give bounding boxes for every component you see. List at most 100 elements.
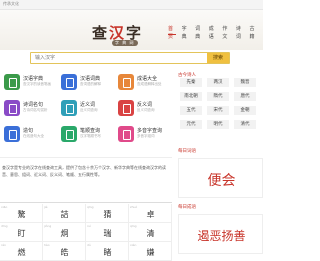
tool-grid: 汉语字典 查汉字的读音笔画 汉语词典 查词语的解释 成语大全 查成语解释出处 诗词名句 古诗词… bbox=[0, 72, 172, 150]
character-glyph: 盯 bbox=[17, 229, 26, 238]
search-button[interactable]: 搜索 bbox=[207, 53, 229, 63]
tool-desc: 反义词查询 bbox=[137, 108, 155, 112]
tool-icon bbox=[61, 126, 77, 142]
character-glyph: 卓 bbox=[146, 210, 155, 219]
character-cell[interactable]: qīng 猜 bbox=[86, 204, 129, 223]
tool-desc: 在线造句大全 bbox=[23, 134, 44, 138]
era-tag[interactable]: 清代 bbox=[234, 120, 256, 129]
tool-title: 诗词名句 bbox=[23, 102, 44, 108]
character-glyph: 炯 bbox=[60, 229, 69, 238]
search-box: 搜索 bbox=[30, 52, 230, 64]
tool-item[interactable]: 多音字查询 多音字组词 bbox=[116, 124, 172, 148]
site-logo[interactable]: 查汉字 字 典 网 bbox=[92, 22, 152, 46]
era-tag[interactable]: 两汉 bbox=[207, 78, 229, 87]
era-tag[interactable]: 唐代 bbox=[234, 92, 256, 101]
tool-item[interactable]: 反义词 反义词查询 bbox=[116, 98, 172, 122]
tool-title: 反义词 bbox=[137, 102, 153, 108]
tool-item[interactable]: 近义词 近义词查询 bbox=[59, 98, 115, 122]
character-cell[interactable]: jié 詰 bbox=[43, 204, 86, 223]
logo-subtitle: 字 典 网 bbox=[112, 40, 138, 46]
character-cell[interactable]: ruì 瑞 bbox=[86, 223, 129, 242]
tool-desc: 近义词查询 bbox=[80, 108, 98, 112]
tool-title: 汉语词典 bbox=[80, 76, 101, 82]
character-glyph: 詰 bbox=[60, 210, 69, 219]
nav-classics[interactable]: 古籍 bbox=[249, 25, 257, 40]
top-bar: 传承文化 bbox=[0, 0, 263, 10]
tool-icon bbox=[4, 126, 20, 142]
character-cell[interactable]: rán 燃 bbox=[0, 242, 43, 261]
character-cell[interactable]: dǔ 睹 bbox=[86, 242, 129, 261]
tool-icon bbox=[4, 100, 20, 116]
header: 查汉字 字 典 网 首页 字典 词典 成语 作文 诗词 古籍 bbox=[0, 10, 263, 50]
tool-desc: 查成语解释出处 bbox=[137, 82, 162, 86]
daily-word-card[interactable]: 便会 bbox=[178, 158, 263, 198]
character-glyph: 瑞 bbox=[103, 229, 112, 238]
nav-poetry[interactable]: 诗词 bbox=[236, 25, 244, 40]
nav-home[interactable]: 首页 bbox=[168, 25, 177, 40]
nav-essays[interactable]: 作文 bbox=[222, 25, 230, 40]
daily-idiom-card[interactable]: 遏恶扬善 bbox=[178, 214, 263, 254]
daily-word-title: 每日词语 bbox=[178, 149, 196, 154]
tool-icon bbox=[118, 100, 134, 116]
tool-title: 近义词 bbox=[80, 102, 96, 108]
top-bar-text: 传承文化 bbox=[3, 1, 19, 6]
tool-desc: 多音字组词 bbox=[137, 134, 155, 138]
daily-idiom-title: 每日成语 bbox=[178, 205, 196, 210]
character-glyph: 嫌 bbox=[146, 248, 155, 257]
tool-item[interactable]: 成语大全 查成语解释出处 bbox=[116, 72, 172, 96]
character-cell[interactable]: dīng 盯 bbox=[0, 223, 43, 242]
logo-char-1: 查 bbox=[92, 24, 110, 42]
tool-title: 笔顺查询 bbox=[80, 128, 101, 134]
character-cell[interactable]: xián 嫌 bbox=[129, 242, 172, 261]
tool-item[interactable]: 笔顺查询 汉字笔顺书写 bbox=[59, 124, 115, 148]
character-grid: xiāo 驁 jié 詰 qīng 猜 zhuó 卓 dīng 盯 jiǒng 炯 ruì 瑞 qīng 清 r… bbox=[0, 202, 172, 261]
tool-desc: 汉字笔顺书写 bbox=[80, 134, 101, 138]
era-tag[interactable]: 隋代 bbox=[207, 92, 229, 101]
nav-word-dictionary[interactable]: 词典 bbox=[195, 25, 203, 40]
era-tag[interactable]: 魏晋 bbox=[234, 78, 256, 87]
tool-title: 成语大全 bbox=[137, 76, 158, 82]
tool-item[interactable]: 汉语词典 查词语的解释 bbox=[59, 72, 115, 96]
daily-idiom: 遏恶扬善 bbox=[197, 229, 246, 243]
tool-icon bbox=[118, 74, 134, 90]
character-cell[interactable]: zhuó 卓 bbox=[129, 204, 172, 223]
character-glyph: 睹 bbox=[103, 248, 112, 257]
era-tag[interactable]: 五代 bbox=[180, 106, 202, 115]
nav-dictionary[interactable]: 字典 bbox=[182, 25, 190, 40]
tool-desc: 查词语的解释 bbox=[80, 82, 101, 86]
nav-idioms[interactable]: 成语 bbox=[209, 25, 217, 40]
era-tag[interactable]: 南北朝 bbox=[180, 92, 202, 101]
tool-item[interactable]: 汉语字典 查汉字的读音笔画 bbox=[2, 72, 58, 96]
character-glyph: 皓 bbox=[60, 248, 69, 257]
tool-item[interactable]: 造句 在线造句大全 bbox=[2, 124, 58, 148]
intro-text: 查汉字是专业的汉字在线查询工具，提供了包含十余万个汉字、新华字典等在线查询汉字的… bbox=[2, 165, 166, 177]
character-cell[interactable]: hào 皓 bbox=[43, 242, 86, 261]
tool-desc: 古诗词名句赏析 bbox=[23, 108, 48, 112]
character-cell[interactable]: jiǒng 炯 bbox=[43, 223, 86, 242]
era-tag[interactable]: 金朝 bbox=[234, 106, 256, 115]
tool-icon bbox=[61, 100, 77, 116]
intro-section: 查汉字是专业的汉字在线查询工具，提供了包含十余万个汉字、新华字典等在线查询汉字的… bbox=[0, 157, 172, 197]
character-glyph: 猜 bbox=[103, 210, 112, 219]
era-tag[interactable]: 明代 bbox=[207, 120, 229, 129]
daily-word: 便会 bbox=[207, 173, 236, 189]
tool-icon bbox=[61, 74, 77, 90]
tool-icon bbox=[4, 74, 20, 90]
character-cell[interactable]: xiāo 驁 bbox=[0, 204, 43, 223]
tool-item[interactable]: 诗词名句 古诗词名句赏析 bbox=[2, 98, 58, 122]
era-tag[interactable]: 先秦 bbox=[180, 78, 202, 87]
tool-title: 多音字查询 bbox=[137, 128, 163, 134]
era-tag[interactable]: 元代 bbox=[180, 120, 202, 129]
search-input[interactable] bbox=[31, 53, 207, 63]
character-glyph: 驁 bbox=[17, 210, 26, 219]
tool-title: 造句 bbox=[23, 128, 34, 134]
main-nav: 首页 字典 词典 成语 作文 诗词 古籍 bbox=[168, 25, 263, 40]
tool-icon bbox=[118, 126, 134, 142]
tool-title: 汉语字典 bbox=[23, 76, 44, 82]
era-tag[interactable]: 宋代 bbox=[207, 106, 229, 115]
character-glyph: 燃 bbox=[17, 248, 26, 257]
tool-desc: 查汉字的读音笔画 bbox=[23, 82, 51, 86]
character-glyph: 清 bbox=[146, 229, 155, 238]
sidebar: 古今诗人 先秦 两汉 魏晋 南北朝 隋代 唐代 五代 宋代 金朝 元代 明代 清代 每日词语 便会 每… bbox=[178, 68, 263, 261]
character-cell[interactable]: qīng 清 bbox=[129, 223, 172, 242]
